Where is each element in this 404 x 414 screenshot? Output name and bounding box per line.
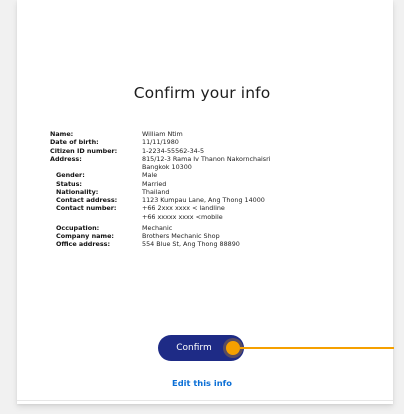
info-row-contact-address: Contact address: 1123 Kumpau Lane, Ang T… xyxy=(50,196,271,204)
info-value: 1-2234-55562-34-5 xyxy=(142,146,205,155)
info-value: 815/12-3 Rama Iv Thanon Nakornchaisri xyxy=(142,154,271,163)
info-label: Date of birth: xyxy=(50,138,99,147)
divider xyxy=(17,400,393,401)
info-value: Brothers Mechanic Shop xyxy=(142,232,220,240)
info-label: Citizen ID number: xyxy=(50,146,118,155)
info-value: 554 Blue St, Ang Thong 88890 xyxy=(142,240,240,249)
info-value: +66 xxxxx xxxx <mobile xyxy=(142,212,223,221)
info-row-name: Name: William Ntim xyxy=(50,130,271,138)
info-label: Nationality: xyxy=(56,187,99,196)
info-list: Name: William Ntim Date of birth: 11/11/… xyxy=(50,130,271,249)
info-label xyxy=(50,163,142,171)
info-value: Married xyxy=(142,179,167,188)
info-label: Company name: xyxy=(56,232,114,240)
info-row-gender: Gender: Male xyxy=(50,171,271,179)
info-row-status: Status: Married xyxy=(50,180,271,188)
cursor-pointer-dot xyxy=(226,341,240,355)
info-row-dob: Date of birth: 11/11/1980 xyxy=(50,138,271,146)
info-row-contact-number: Contact number: +66 2xxx xxxx < landline xyxy=(50,204,271,212)
info-value: +66 2xxx xxxx < landline xyxy=(142,204,225,213)
info-row-contact-number-cont: +66 xxxxx xxxx <mobile xyxy=(50,213,271,221)
confirm-button-label: Confirm xyxy=(176,343,212,353)
info-row-address: Address: 815/12-3 Rama Iv Thanon Nakornc… xyxy=(50,155,271,163)
screen: Confirm your info Name: William Ntim Dat… xyxy=(0,0,404,414)
info-value: Male xyxy=(142,171,158,180)
info-label: Office address: xyxy=(56,240,111,249)
edit-info-link[interactable]: Edit this info xyxy=(0,378,404,388)
info-label: Status: xyxy=(56,179,82,188)
info-row-occupation: Occupation: Mechanic xyxy=(50,224,271,232)
page-title: Confirm your info xyxy=(133,84,271,102)
info-label xyxy=(50,213,142,221)
info-row-address-cont: Bangkok 10300 xyxy=(50,163,271,171)
info-value: 11/11/1980 xyxy=(142,138,179,147)
info-label: Gender: xyxy=(56,171,85,180)
info-label: Name: xyxy=(50,130,74,138)
info-row-citizen-id: Citizen ID number: 1-2234-55562-34-5 xyxy=(50,147,271,155)
info-label: Address: xyxy=(50,154,82,163)
info-value: Thailand xyxy=(142,187,170,196)
info-row-company-name: Company name: Brothers Mechanic Shop xyxy=(50,232,271,240)
info-row-office-address: Office address: 554 Blue St, Ang Thong 8… xyxy=(50,240,271,248)
info-label: Contact number: xyxy=(56,204,117,213)
info-label: Occupation: xyxy=(56,223,100,232)
info-label: Contact address: xyxy=(56,196,118,204)
cursor-pointer-line xyxy=(240,347,394,349)
info-value: Mechanic xyxy=(142,223,173,232)
info-value: William Ntim xyxy=(142,130,183,138)
info-value: Bangkok 10300 xyxy=(142,163,192,171)
info-value: 1123 Kumpau Lane, Ang Thong 14000 xyxy=(142,196,265,204)
info-row-nationality: Nationality: Thailand xyxy=(50,188,271,196)
